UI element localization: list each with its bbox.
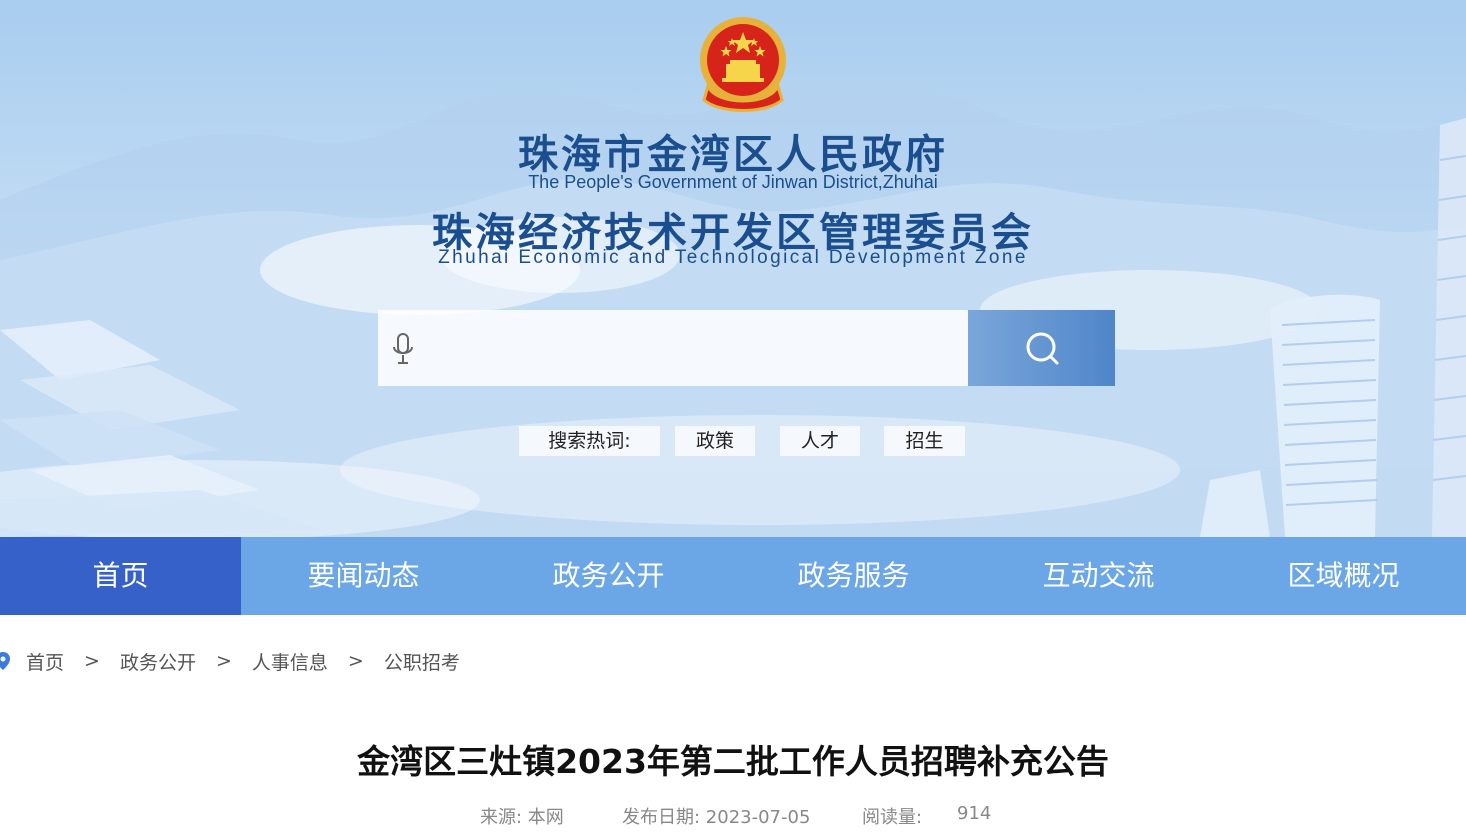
- site-subtitle-en: Zhuhai Economic and Technological Develo…: [438, 247, 1028, 268]
- article-title: 金湾区三灶镇2023年第二批工作人员招聘补充公告: [357, 742, 1109, 781]
- location-pin-icon: [0, 652, 10, 670]
- nav-item-gov-services[interactable]: 政务服务: [731, 537, 976, 615]
- hot-word-enrollment[interactable]: 招生: [884, 426, 965, 456]
- national-emblem-icon: [700, 17, 786, 112]
- search-button[interactable]: [968, 310, 1115, 386]
- header-banner: 珠海市金湾区人民政府 The People's Government of Ji…: [0, 0, 1466, 537]
- article-views-label: 阅读量:: [862, 807, 923, 828]
- microphone-icon[interactable]: [391, 333, 415, 365]
- nav-item-home[interactable]: 首页: [0, 537, 242, 615]
- article-date: 发布日期: 2023-07-05: [622, 807, 811, 828]
- breadcrumb-gov-affairs-public[interactable]: 政务公开: [120, 648, 196, 675]
- search-icon: [1026, 332, 1059, 365]
- hot-words-label: 搜索热词:: [519, 426, 660, 456]
- breadcrumb-separator: >: [215, 650, 232, 672]
- main-nav: 首页 要闻动态 政务公开 政务服务 互动交流 区域概况: [0, 537, 1466, 615]
- breadcrumb-personnel-info[interactable]: 人事信息: [252, 648, 328, 675]
- nav-item-region-overview[interactable]: 区域概况: [1221, 537, 1466, 615]
- nav-item-interaction[interactable]: 互动交流: [976, 537, 1221, 615]
- breadcrumb-separator: >: [347, 650, 364, 672]
- breadcrumb-home[interactable]: 首页: [26, 648, 64, 675]
- search-input[interactable]: [430, 325, 950, 371]
- breadcrumb-civil-exams[interactable]: 公职招考: [384, 648, 460, 675]
- site-title-en: The People's Government of Jinwan Distri…: [528, 172, 938, 192]
- nav-item-gov-affairs-public[interactable]: 政务公开: [486, 537, 731, 615]
- breadcrumb-separator: >: [84, 650, 100, 672]
- hot-word-talent[interactable]: 人才: [780, 426, 860, 456]
- nav-item-news[interactable]: 要闻动态: [241, 537, 486, 615]
- article-source: 来源: 本网: [480, 807, 564, 828]
- breadcrumb: 首页 > 政务公开 > 人事信息 > 公职招考: [0, 646, 460, 676]
- hot-word-policy[interactable]: 政策: [675, 426, 755, 456]
- article-views-count: 914: [957, 803, 992, 824]
